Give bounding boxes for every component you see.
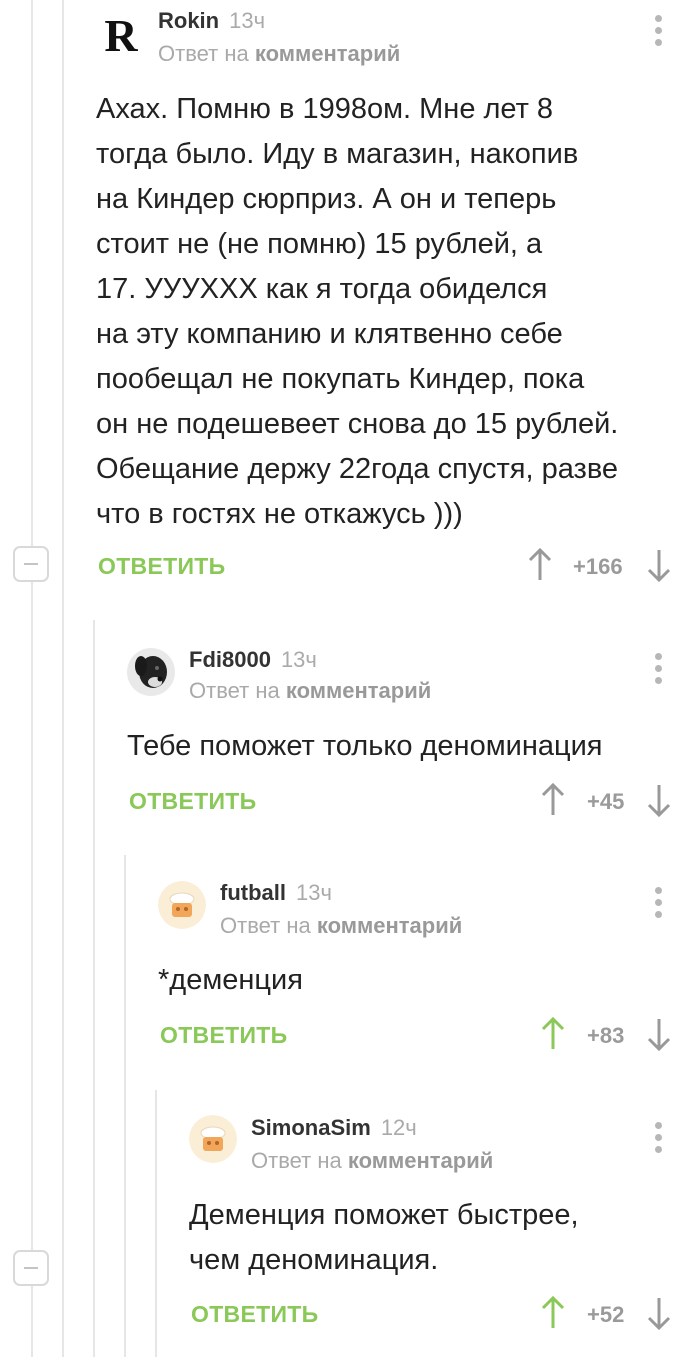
comment-text: Тебе поможет только деноминация [127, 724, 687, 769]
more-options-icon[interactable] [655, 15, 663, 47]
reply-to-link[interactable]: комментарий [286, 678, 431, 703]
comment-rokin: R Rokin 13ч Ответ на комментарий Ахах. По… [0, 0, 700, 600]
author-name[interactable]: futball 13ч [220, 880, 332, 906]
reply-prefix: Ответ на [189, 678, 280, 703]
text-line: он не подешевеет снова до 15 рублей. [96, 408, 619, 440]
author-label[interactable]: Fdi8000 [189, 647, 271, 672]
comment-simonasim: SimonaSim 12ч Ответ на комментарий Деменц… [0, 1090, 700, 1357]
reply-to-link[interactable]: комментарий [348, 1148, 493, 1173]
downvote-arrow-icon[interactable] [646, 1296, 672, 1330]
text-line: что в гостях не откажусь ))) [96, 498, 463, 530]
dog-avatar-icon [127, 648, 175, 696]
default-avatar-icon [189, 1115, 237, 1163]
reply-to-line: Ответ на комментарий [189, 678, 431, 704]
reply-prefix: Ответ на [220, 913, 311, 938]
default-avatar-icon [158, 881, 206, 929]
avatar[interactable] [189, 1115, 237, 1163]
upvote-arrow-icon[interactable] [540, 1296, 566, 1330]
avatar[interactable] [127, 648, 175, 696]
comment-time: 13ч [296, 880, 332, 905]
comment-text: Деменция поможет быстрее, чем деноминаци… [189, 1193, 689, 1283]
vote-score: +83 [587, 1023, 625, 1048]
text-line: на Киндер сюрприз. А он и теперь [96, 183, 557, 215]
comment-fdi8000: Fdi8000 13ч Ответ на комментарий Тебе пом… [0, 620, 700, 840]
reply-prefix: Ответ на [158, 41, 249, 66]
vote-score: +45 [587, 789, 625, 814]
avatar[interactable]: R [96, 10, 146, 60]
reply-to-link[interactable]: комментарий [317, 913, 462, 938]
reply-button[interactable]: ОТВЕТИТЬ [129, 788, 256, 815]
comment-time: 13ч [280, 647, 317, 672]
text-line: Ахах. Помню в 1998ом. Мне лет 8 [96, 93, 554, 125]
more-options-icon[interactable] [655, 1122, 663, 1154]
avatar-letter: R [104, 10, 138, 60]
more-options-icon[interactable] [655, 887, 663, 919]
comment-time: 13ч [229, 8, 266, 33]
upvote-arrow-icon[interactable] [527, 548, 553, 582]
text-line: пообещал не покупать Киндер, пока [96, 363, 585, 395]
text-line: стоит не (не помню) 15 рублей, а [96, 228, 543, 260]
author-label[interactable]: SimonaSim [251, 1115, 371, 1140]
text-line: Деменция поможет быстрее, [189, 1199, 579, 1231]
reply-button[interactable]: ОТВЕТИТЬ [191, 1301, 318, 1328]
text-line: Тебе поможет только деноминация [127, 730, 603, 762]
author-label[interactable]: futball [220, 880, 286, 905]
reply-to-line: Ответ на комментарий [158, 41, 400, 67]
comment-futball: futball 13ч Ответ на комментарий *деменци… [0, 855, 700, 1075]
text-line: чем деноминация. [189, 1244, 439, 1276]
reply-prefix: Ответ на [251, 1148, 342, 1173]
text-line: *деменция [158, 964, 303, 996]
text-line: Обещание держу 22года спустя, разве [96, 453, 619, 485]
author-name[interactable]: Fdi8000 13ч [189, 647, 317, 673]
reply-to-line: Ответ на комментарий [251, 1148, 493, 1174]
reply-to-line: Ответ на комментарий [220, 913, 462, 939]
reply-button[interactable]: ОТВЕТИТЬ [160, 1022, 287, 1049]
author-label[interactable]: Rokin [158, 8, 219, 33]
reply-button[interactable]: ОТВЕТИТЬ [98, 553, 225, 580]
author-name[interactable]: Rokin 13ч [158, 8, 265, 34]
comment-text: Ахах. Помню в 1998ом. Мне лет 8 тогда бы… [96, 87, 686, 537]
text-line: тогда было. Иду в магазин, накопив [96, 138, 579, 170]
avatar[interactable] [158, 881, 206, 929]
downvote-arrow-icon[interactable] [646, 1017, 672, 1051]
vote-score: +166 [573, 554, 623, 579]
downvote-arrow-icon[interactable] [646, 783, 672, 817]
upvote-arrow-icon[interactable] [540, 783, 566, 817]
text-line: 17. УУУХХХ как я тогда обиделся [96, 273, 548, 305]
text-line: на эту компанию и клятвенно себе [96, 318, 563, 350]
downvote-arrow-icon[interactable] [646, 548, 672, 582]
comment-text: *деменция [158, 958, 688, 1003]
upvote-arrow-icon[interactable] [540, 1017, 566, 1051]
comment-time: 12ч [380, 1115, 417, 1140]
more-options-icon[interactable] [655, 653, 663, 685]
author-name[interactable]: SimonaSim 12ч [251, 1115, 417, 1141]
reply-to-link[interactable]: комментарий [255, 41, 400, 66]
vote-score: +52 [587, 1302, 625, 1327]
